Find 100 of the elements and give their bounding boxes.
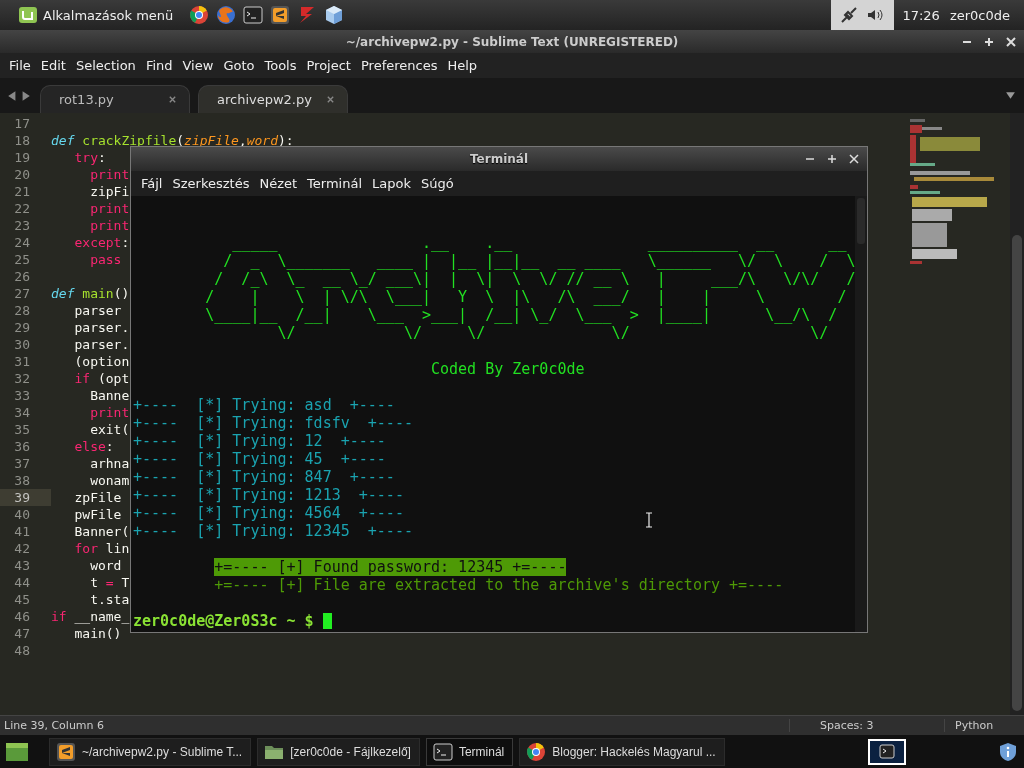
attempt-line: +---- [*] Trying: 1213 +---- (133, 486, 404, 504)
line-number: 22 (13, 200, 31, 217)
ascii-art-line: / _ \_______ ____ | |__ |__|__ __ ____ \______ \/ \ / \ (222, 252, 855, 270)
show-desktop-icon[interactable] (5, 741, 29, 762)
scrollbar[interactable] (1012, 235, 1022, 711)
shield-info-icon[interactable] (998, 741, 1018, 762)
line-number: 36 (13, 438, 31, 455)
credit-text: Coded By Zer0c0de (431, 360, 585, 378)
terminal-icon[interactable] (243, 5, 264, 25)
maximize-icon[interactable] (984, 36, 994, 47)
dropdown-caret-icon[interactable] (1005, 90, 1016, 101)
text-cursor-icon (645, 512, 653, 528)
maximize-icon[interactable] (827, 154, 837, 164)
line-number: 18 (13, 132, 31, 149)
close-icon[interactable] (326, 95, 335, 104)
code-line: wonam (89, 473, 130, 488)
info-line: +=---- [+] File are extracted to the archive's directory +=---- (214, 576, 784, 594)
network-icon[interactable] (839, 5, 860, 25)
line-number: 37 (13, 455, 31, 472)
line-number: 46 (13, 608, 31, 625)
line-number: 40 (13, 506, 31, 523)
globe-icon[interactable] (216, 5, 237, 25)
code-line: for lin (73, 541, 130, 556)
found-password-banner: +=---- [+] Found password: 12345 +=---- (214, 558, 567, 576)
line-number: 33 (13, 387, 31, 404)
ascii-art-line: / /_\ \_ __ \_/ ___\| | \| \ \/ // __ \ | ___/\ \/\/ / (213, 270, 855, 288)
cursor-position: Line 39, Column 6 (3, 719, 106, 732)
menu-item[interactable]: Goto (218, 58, 260, 73)
line-number: 20 (13, 166, 31, 183)
code-line: exit( (89, 422, 130, 437)
code-line: pwFile (73, 507, 122, 522)
menu-item[interactable]: File (4, 58, 36, 73)
user-name[interactable]: zer0c0de (949, 7, 1010, 23)
attempt-line: +---- [*] Trying: 847 +---- (133, 468, 395, 486)
line-number: 21 (13, 183, 31, 200)
task-button[interactable]: Terminál (425, 737, 514, 766)
tab-scroll-arrows-icon[interactable] (6, 89, 32, 102)
code-line: def main() (51, 286, 130, 301)
window-title: ~/archivepw2.py - Sublime Text (UNREGISTERED) (345, 34, 679, 49)
menu-item[interactable]: Preferences (355, 58, 443, 73)
menu-item[interactable]: Find (140, 58, 178, 73)
code-line: pass (89, 252, 122, 267)
menu-item[interactable]: Project (301, 58, 356, 73)
menu-item[interactable]: View (177, 58, 219, 73)
menu-item[interactable]: Lapok (367, 176, 416, 191)
ring-logo-icon (526, 741, 547, 762)
menu-item[interactable]: Help (442, 58, 483, 73)
menu-item[interactable]: Súgó (416, 176, 459, 191)
syntax-setting[interactable]: Python (944, 719, 1024, 732)
code-line: word (89, 558, 122, 573)
task-button[interactable]: ~/archivepw2.py - Sublime T... (49, 737, 252, 766)
menu-item[interactable]: Selection (70, 58, 141, 73)
line-number: 28 (13, 302, 31, 319)
line-number: 47 (13, 625, 31, 642)
text-editor-icon[interactable] (270, 5, 291, 25)
ring-logo-icon[interactable] (189, 5, 210, 25)
menu-item[interactable]: Nézet (254, 176, 303, 191)
code-line: except: (73, 235, 130, 250)
menu-item[interactable]: Fájl (136, 176, 168, 191)
ascii-art-line: \____|__ /__| \___ >___| /__| \_/ \___ > |____| \__/\ / (205, 306, 838, 324)
menu-item[interactable]: Edit (35, 58, 71, 73)
code-line: try: (73, 150, 106, 165)
line-number: 38 (13, 472, 31, 489)
line-number: 27 (13, 285, 31, 302)
code-line: t = T (89, 575, 130, 590)
task-button[interactable]: [zer0c0de - Fájlkezelő] (257, 737, 420, 766)
attempt-line: +---- [*] Trying: asd +---- (133, 396, 395, 414)
close-icon[interactable] (168, 95, 177, 104)
code-line: if (opt (73, 371, 130, 386)
line-number: 44 (13, 574, 31, 591)
file-tab[interactable]: rot13.py (40, 85, 190, 113)
line-number: 41 (13, 523, 31, 540)
ascii-art-line: _____ .__ .__ __________ __ __ (231, 234, 847, 252)
attempt-line: +---- [*] Trying: 12345 +---- (133, 522, 413, 540)
code-line: parser (73, 303, 122, 318)
text-cursor (322, 613, 332, 629)
clock[interactable]: 17:26 (902, 7, 940, 23)
menu-item[interactable]: Terminál (302, 176, 368, 191)
code-line: arhna (89, 456, 130, 471)
task-button[interactable]: Blogger: Hackelés Magyarul ... (519, 737, 725, 766)
line-number: 17 (13, 115, 31, 132)
file-tab[interactable]: archivepw2.py (198, 85, 348, 113)
cube-icon[interactable] (324, 5, 345, 25)
code-line: print (89, 218, 130, 233)
code-line: (option (73, 354, 130, 369)
applications-menu-button[interactable]: Alkalmazások menü (14, 2, 178, 28)
line-number: 43 (13, 557, 31, 574)
line-number: 48 (13, 642, 31, 659)
indentation-setting[interactable]: Spaces: 3 (789, 719, 944, 732)
line-number: 23 (13, 217, 31, 234)
code-line: print (89, 201, 130, 216)
code-line: zipFi (89, 184, 130, 199)
attempt-line: +---- [*] Trying: fdsfv +---- (133, 414, 413, 432)
code-line: if __name_ (51, 609, 130, 624)
text-editor-icon (56, 741, 76, 762)
code-line: zpFile (73, 490, 122, 505)
menu-item[interactable]: Tools (259, 58, 302, 73)
ascii-art-line: / | \ | \/\ \___| Y \ |\ /\ ___/ | | \ / (205, 288, 847, 306)
workspace-switcher-icon[interactable] (868, 738, 906, 765)
menu-item[interactable]: Szerkesztés (167, 176, 255, 191)
